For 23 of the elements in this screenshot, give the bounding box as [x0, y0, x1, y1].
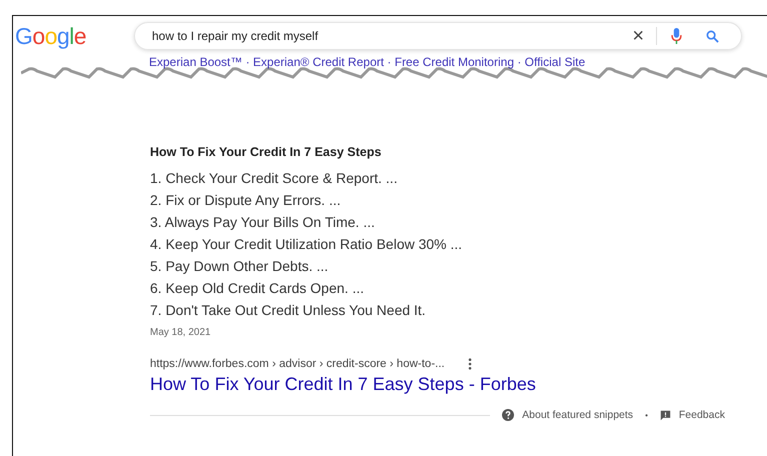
- step-item: 5. Pay Down Other Debts. ...: [150, 257, 330, 276]
- step-item: 4. Keep Your Credit Utilization Ratio Below 30% ...: [150, 235, 464, 254]
- result-link[interactable]: How To Fix Your Credit In 7 Easy Steps - Forbes: [150, 374, 767, 395]
- microphone-icon[interactable]: [671, 28, 682, 44]
- more-options-icon[interactable]: [468, 358, 472, 370]
- step-item: 1. Check Your Credit Score & Report. ...: [150, 169, 398, 188]
- step-item: 2. Fix or Dispute Any Errors. ...: [150, 191, 342, 210]
- step-item: 7. Don't Take Out Credit Unless You Need It.: [150, 301, 427, 320]
- google-logo[interactable]: Google: [15, 22, 103, 50]
- clear-button[interactable]: ×: [632, 26, 644, 46]
- feedback-link[interactable]: Feedback: [678, 409, 725, 421]
- result-url: https://www.forbes.com › advisor › credit-score › how-to-...: [150, 358, 445, 370]
- snippet-title: How To Fix Your Credit In 7 Easy Steps: [150, 145, 382, 159]
- step-item: 3. Always Pay Your Bills On Time. ...: [150, 213, 376, 232]
- search-icon[interactable]: [706, 30, 719, 42]
- help-icon[interactable]: [502, 409, 514, 421]
- feedback-icon[interactable]: [660, 410, 671, 420]
- ad-sitelinks[interactable]: Experian Boost™ · Experian® Credit Report · Free Credit Monitoring · Official Site: [13, 55, 767, 69]
- step-item: 6. Keep Old Credit Cards Open. ...: [150, 279, 365, 298]
- about-snippets-link[interactable]: About featured snippets: [522, 409, 634, 421]
- search-field[interactable]: how to I repair my credit myself ×: [134, 22, 742, 50]
- separator-dot: •: [645, 410, 648, 420]
- snippet-date: May 18, 2021: [150, 327, 212, 338]
